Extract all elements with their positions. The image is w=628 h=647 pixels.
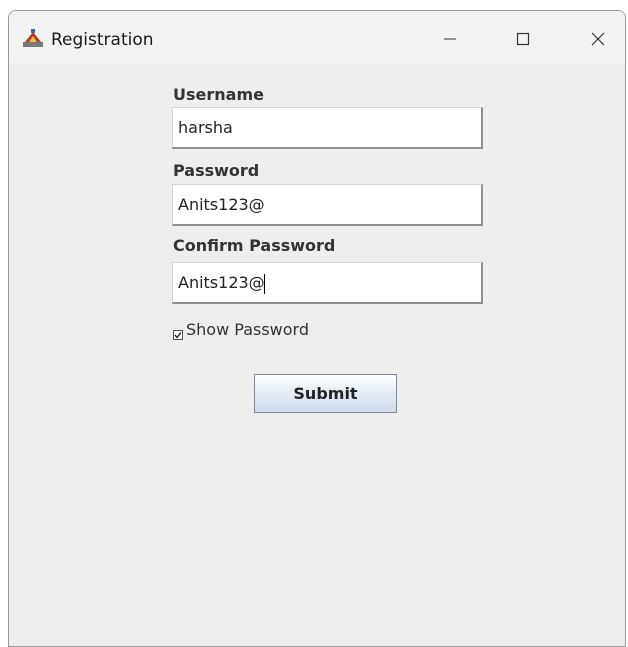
java-app-icon [23,29,43,47]
text-caret [263,273,265,294]
show-password-label: Show Password [186,320,309,339]
window-title: Registration [51,30,154,50]
confirm-password-value: Anits123@ [178,273,265,292]
maximize-icon [516,32,530,46]
title-bar[interactable]: Registration [9,11,625,63]
username-input[interactable]: harsha [172,107,483,149]
minimize-icon [444,38,456,40]
password-input[interactable]: Anits123@ [172,184,483,226]
username-value: harsha [178,118,233,137]
minimize-button[interactable] [427,21,473,57]
registration-window: Registration Username harsha Password An… [8,10,626,647]
confirm-password-input[interactable]: Anits123@ [172,262,483,304]
password-value: Anits123@ [178,195,265,214]
submit-button[interactable]: Submit [254,374,397,413]
close-button[interactable] [575,21,621,57]
close-icon [591,32,605,46]
show-password-checkbox[interactable]: Show Password [173,320,309,340]
username-label: Username [173,85,264,104]
password-label: Password [173,161,260,180]
checkbox-checked-icon[interactable] [173,325,183,340]
confirm-password-label: Confirm Password [173,236,336,255]
maximize-button[interactable] [500,21,546,57]
